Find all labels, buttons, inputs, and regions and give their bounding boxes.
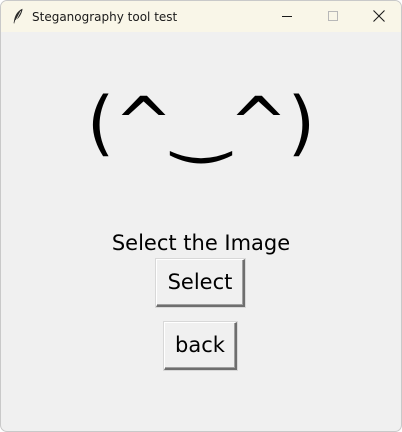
window-title: Steganography tool test <box>32 10 178 24</box>
title-bar[interactable]: Steganography tool test <box>1 1 401 32</box>
select-button[interactable]: Select <box>156 259 245 307</box>
emoticon-label: (^‿^) <box>86 82 316 164</box>
select-image-label: Select the Image <box>111 231 291 255</box>
app-window: Steganography tool test (^‿^) Select the… <box>0 0 402 432</box>
back-button[interactable]: back <box>164 322 237 370</box>
maximize-icon <box>328 11 338 21</box>
close-icon <box>373 10 385 22</box>
main-content: (^‿^) Select the Image Select back <box>1 32 401 431</box>
close-button[interactable] <box>356 1 401 32</box>
minimize-button[interactable] <box>264 1 310 32</box>
minimize-icon <box>282 16 292 17</box>
maximize-button[interactable] <box>310 1 356 32</box>
feather-icon <box>13 8 23 24</box>
